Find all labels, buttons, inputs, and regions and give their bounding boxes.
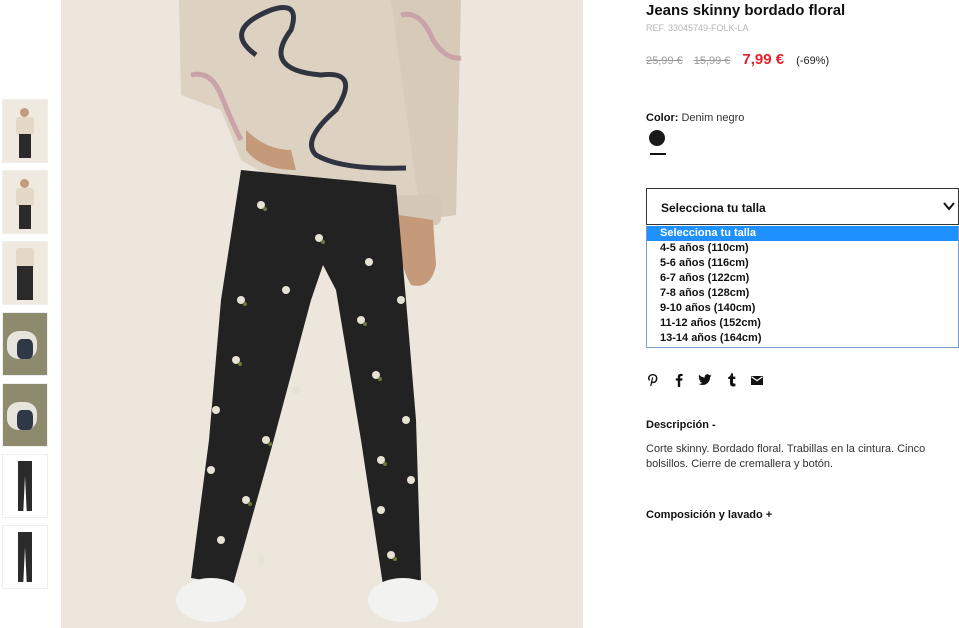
thumbnail-4[interactable] [2, 312, 48, 376]
twitter-icon[interactable] [698, 373, 712, 387]
original-price: 25,99 € [646, 55, 683, 67]
facebook-icon[interactable] [672, 373, 686, 387]
thumbnail-figure [17, 410, 33, 430]
color-swatch-denim-negro[interactable] [649, 130, 665, 146]
size-options-list: Selecciona tu talla 4-5 años (110cm) 5-6… [646, 226, 959, 348]
thumbnail-2[interactable] [2, 170, 48, 234]
thumbnail-3[interactable] [2, 241, 48, 305]
thumbnail-6[interactable] [2, 454, 48, 518]
thumbnail-7[interactable] [2, 525, 48, 589]
size-option[interactable]: 11-12 años (152cm) [647, 316, 958, 331]
thumbnail-1[interactable] [2, 99, 48, 163]
product-photo-illustration [61, 0, 583, 628]
color-label-prefix: Color: [646, 112, 679, 124]
thumbnail-figure [17, 266, 33, 300]
description-text: Corte skinny. Bordado floral. Trabillas … [646, 443, 926, 470]
description-toggle[interactable]: Descripción - [646, 419, 716, 431]
thumbnail-figure [18, 461, 32, 511]
size-option[interactable]: 5-6 años (116cm) [647, 256, 958, 271]
thumbnail-figure [20, 179, 29, 188]
thumbnail-figure [19, 134, 31, 158]
color-label: Color: Denim negro [646, 112, 744, 124]
thumbnail-figure [17, 339, 33, 359]
discount-badge: (-69%) [796, 55, 830, 67]
thumbnail-figure [20, 108, 29, 117]
product-title: Jeans skinny bordado floral [646, 2, 846, 19]
size-select[interactable]: Selecciona tu talla [646, 188, 959, 225]
thumbnail-figure [16, 117, 34, 135]
previous-price: 15,99 € [693, 55, 731, 67]
thumbnail-figure [18, 532, 32, 582]
size-select-label: Selecciona tu talla [661, 201, 766, 215]
thumbnail-figure [16, 188, 34, 206]
size-option[interactable]: 6-7 años (122cm) [647, 271, 958, 286]
size-option[interactable]: 4-5 años (110cm) [647, 241, 958, 256]
size-option[interactable]: 7-8 años (128cm) [647, 286, 958, 301]
size-option[interactable]: 13-14 años (164cm) [647, 331, 958, 346]
product-main-image[interactable] [61, 0, 583, 628]
price-row: 25,99 € 15,99 € 7,99 € (-69%) [646, 51, 829, 68]
composition-toggle[interactable]: Composición y lavado + [646, 509, 772, 521]
tumblr-icon[interactable] [724, 373, 738, 387]
thumbnail-figure [19, 205, 31, 229]
thumbnail-gallery [2, 99, 48, 596]
color-value: Denim negro [681, 112, 745, 124]
size-option[interactable]: 9-10 años (140cm) [647, 301, 958, 316]
pinterest-icon[interactable] [646, 373, 660, 387]
selected-swatch-indicator [650, 153, 666, 155]
sale-price: 7,99 € [742, 51, 785, 68]
chevron-down-icon [943, 202, 955, 211]
thumbnail-5[interactable] [2, 383, 48, 447]
product-reference: REF. 33045749-FOLK-LA [646, 23, 749, 33]
size-option[interactable]: Selecciona tu talla [647, 226, 958, 241]
share-icons [646, 373, 776, 387]
email-icon[interactable] [750, 373, 764, 387]
